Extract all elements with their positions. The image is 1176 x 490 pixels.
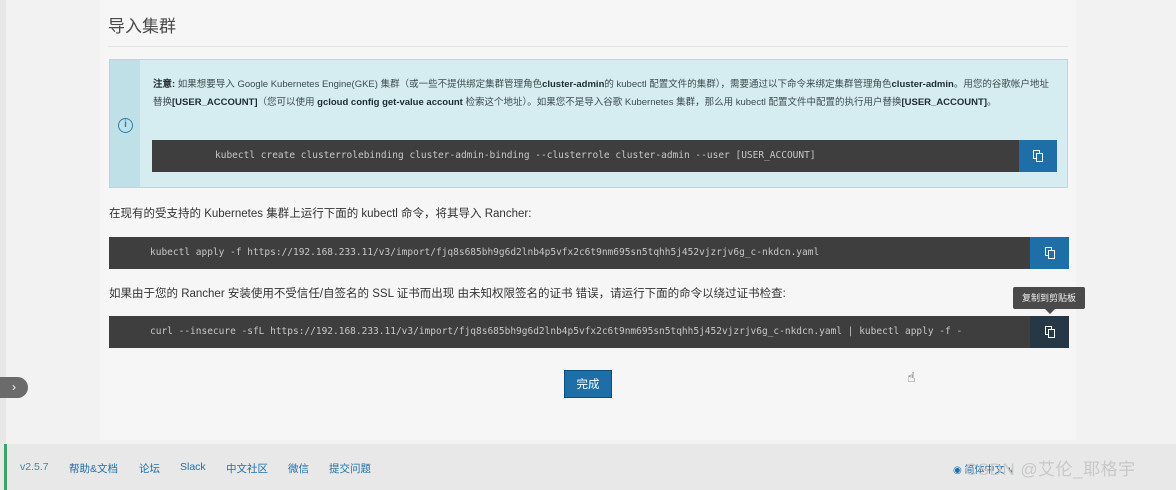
supported-cluster-instruction: 在现有的受支持的 Kubernetes 集群上运行下面的 kubectl 命令，… [109, 208, 532, 220]
copy-icon [1033, 150, 1044, 162]
note-bold-2: cluster-admin [891, 79, 954, 90]
kubectl-apply-command[interactable]: kubectl apply -f https://192.168.233.11/… [109, 237, 1030, 269]
clusterrolebinding-command-text[interactable]: kubectl create clusterrolebinding cluste… [215, 150, 816, 161]
curl-insecure-command[interactable]: curl --insecure -sfL https://192.168.233… [109, 316, 1030, 348]
page-title: 导入集群 [108, 17, 176, 36]
globe-icon: ◉ [953, 465, 962, 476]
footer-link-help-docs[interactable]: 帮助&文档 [69, 461, 118, 476]
note-bold-5: [USER_ACCOUNT] [901, 97, 987, 108]
copy-tooltip: 复制到剪贴板 [1013, 287, 1085, 314]
copy-icon [1044, 326, 1056, 338]
copy-clusterrolebinding-button[interactable] [1019, 140, 1057, 172]
note-label: 注意: [153, 79, 176, 90]
sidebar-toggle-button[interactable]: › [0, 377, 28, 398]
footer-link-wechat[interactable]: 微信 [288, 461, 309, 476]
footer-link-forum[interactable]: 论坛 [139, 461, 160, 476]
note-banner: i 注意: 如果想要导入 Google Kubernetes Engine(GK… [109, 59, 1068, 188]
done-button[interactable]: 完成 [564, 370, 612, 398]
note-icon-column: i [110, 60, 140, 187]
version-link[interactable]: v2.5.7 [20, 461, 49, 473]
note-text: 注意: 如果想要导入 Google Kubernetes Engine(GKE)… [153, 76, 1058, 112]
copy-kubectl-apply-button[interactable] [1030, 237, 1069, 269]
note-text-4: （您可以使用 [257, 97, 318, 108]
watermark: CSDN @艾伦_耶格宇 [965, 460, 1136, 479]
note-bold-1: cluster-admin [542, 79, 605, 90]
footer-accent [4, 444, 7, 490]
note-text-5: 检索这个地址）。如果您不是导入谷歌 Kubernetes 集群，那么用 kube… [462, 97, 902, 108]
kubectl-apply-command-text[interactable]: kubectl apply -f https://192.168.233.11/… [150, 247, 819, 258]
chevron-right-icon: › [12, 380, 16, 394]
clusterrolebinding-command[interactable]: kubectl create clusterrolebinding cluste… [152, 140, 1019, 172]
title-divider [108, 46, 1068, 47]
note-text-2: 的 kubectl 配置文件的集群），需要通过以下命令来绑定集群管理角色 [604, 79, 892, 90]
left-edge [0, 0, 6, 490]
footer-link-submit-issue[interactable]: 提交问题 [329, 461, 371, 476]
footer-link-slack[interactable]: Slack [180, 461, 206, 473]
footer-link-chinese-community[interactable]: 中文社区 [226, 461, 268, 476]
copy-curl-insecure-button[interactable] [1030, 316, 1069, 348]
note-bold-3: [USER_ACCOUNT] [172, 97, 258, 108]
note-text-1: 如果想要导入 Google Kubernetes Engine(GKE) 集群（… [175, 79, 543, 90]
mouse-pointer-icon: ☝ [907, 369, 916, 385]
import-cluster-page: 导入集群 i 注意: 如果想要导入 Google Kubernetes Engi… [0, 0, 1176, 490]
copy-icon [1044, 247, 1056, 259]
insecure-cluster-instruction: 如果由于您的 Rancher 安装使用不受信任/自签名的 SSL 证书而出现 由… [109, 288, 786, 300]
note-bold-4: gcloud config get-value account [317, 97, 463, 108]
note-text-6: 。 [986, 97, 997, 108]
info-icon: i [118, 118, 133, 133]
curl-insecure-command-text[interactable]: curl --insecure -sfL https://192.168.233… [150, 326, 962, 337]
